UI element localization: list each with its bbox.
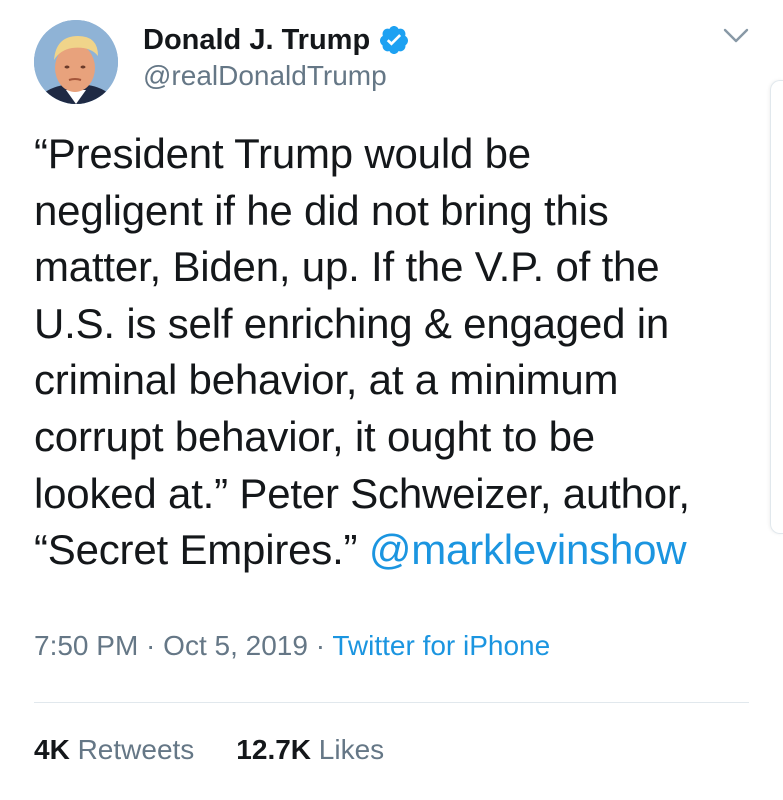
tweet-time[interactable]: 7:50 PM <box>34 630 138 661</box>
retweets-stat[interactable]: 4K Retweets <box>34 734 194 766</box>
tweet-line: negligent if he did not bring this <box>34 186 609 234</box>
tweet-text: “President Trump would be negligent if h… <box>34 126 764 579</box>
tweet-line-last: “Secret Empires.” @marklevinshow <box>34 522 764 579</box>
tweet-source-link[interactable]: Twitter for iPhone <box>332 630 550 661</box>
scroll-edge <box>770 80 783 534</box>
author-name-row[interactable]: Donald J. Trump <box>143 20 410 60</box>
retweets-count: 4K <box>34 734 70 765</box>
tweet-line: “President Trump would be <box>34 130 531 177</box>
user-handle[interactable]: @realDonaldTrump <box>143 60 387 92</box>
divider <box>34 702 749 703</box>
tweet-line-text: “Secret Empires.” <box>34 526 369 574</box>
likes-label: Likes <box>318 734 385 765</box>
tweet-line: looked at.” Peter Schweizer, author, <box>34 469 690 517</box>
likes-count: 12.7K <box>236 734 312 765</box>
likes-stat[interactable]: 12.7K Likes <box>236 734 384 766</box>
verified-badge-icon <box>378 24 410 56</box>
meta-separator: · <box>307 630 333 661</box>
tweet-meta: 7:50 PM · Oct 5, 2019 · Twitter for iPho… <box>34 630 550 662</box>
tweet-stats: 4K Retweets 12.7K Likes <box>34 734 426 766</box>
tweet-line: criminal behavior, at a minimum <box>34 356 619 404</box>
tweet-line: matter, Biden, up. If the V.P. of the <box>34 243 660 291</box>
tweet-line: corrupt behavior, it ought to be <box>34 412 595 460</box>
mention-link[interactable]: @marklevinshow <box>369 526 687 573</box>
display-name[interactable]: Donald J. Trump <box>143 24 370 57</box>
tweet-date[interactable]: Oct 5, 2019 <box>163 630 308 661</box>
avatar[interactable] <box>34 20 118 104</box>
retweets-label: Retweets <box>77 734 195 765</box>
chevron-down-icon[interactable] <box>722 26 750 46</box>
meta-separator: · <box>138 630 164 661</box>
avatar-image <box>34 20 118 104</box>
tweet-line: U.S. is self enriching & engaged in <box>34 299 670 347</box>
